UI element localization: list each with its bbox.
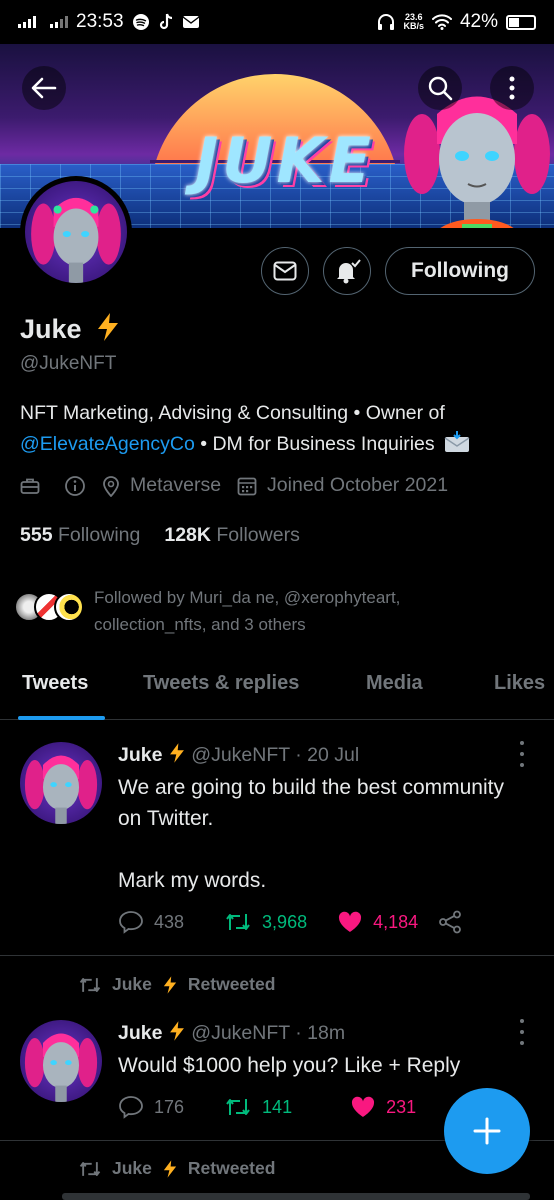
overflow-menu-button[interactable] — [490, 66, 534, 110]
profile-tabs: Tweets Tweets & replies Media Likes — [0, 664, 554, 720]
follower-avatars — [14, 584, 90, 628]
arrow-left-icon — [31, 77, 57, 99]
reply-icon — [119, 1096, 143, 1119]
search-button[interactable] — [418, 66, 462, 110]
heart-icon — [339, 911, 362, 932]
tweet-avatar[interactable] — [20, 1020, 102, 1102]
profile-avatar[interactable] — [20, 176, 132, 288]
profile-joined: Joined October 2021 — [267, 474, 449, 496]
signal-icon — [18, 16, 36, 28]
retweet-icon — [79, 977, 101, 992]
follower-avatar — [54, 592, 84, 622]
spotify-icon — [132, 14, 149, 30]
tab-media[interactable]: Media — [366, 672, 423, 695]
mail-icon — [273, 261, 297, 281]
info-icon[interactable] — [64, 475, 86, 497]
tweet-more-button[interactable] — [514, 741, 530, 767]
share-icon — [439, 910, 462, 934]
bio-mention-link[interactable]: @ElevateAgencyCo — [20, 433, 195, 455]
like-button[interactable]: 231 — [350, 1095, 416, 1119]
tweet-text: Would $1000 help you? Like + Reply — [118, 1054, 461, 1077]
envelope-emoji-icon — [444, 431, 470, 452]
bell-check-icon — [337, 259, 361, 284]
battery-percent: 42% — [459, 11, 498, 32]
following-stat[interactable]: 555 Following — [20, 524, 140, 547]
back-button[interactable] — [22, 66, 66, 110]
system-nav-bar — [62, 1193, 530, 1200]
profile-meta: Metaverse Joined October 2021 — [20, 474, 448, 497]
tab-likes[interactable]: Likes — [494, 672, 545, 695]
tweet-avatar[interactable] — [20, 742, 102, 824]
lightning-emoji-icon — [163, 1159, 177, 1178]
status-time: 23:53 — [76, 11, 124, 32]
lightning-emoji-icon — [169, 743, 184, 763]
profile-handle: @JukeNFT — [20, 353, 117, 374]
followed-by-section[interactable]: Followed by Muri_da ne, @xerophyteart, c… — [14, 584, 474, 638]
message-button[interactable] — [261, 247, 309, 295]
followers-stat[interactable]: 128K Followers — [164, 524, 299, 547]
notifications-button[interactable] — [323, 247, 371, 295]
tweet-actions: 176 141 231 — [118, 1095, 416, 1119]
location-pin-icon — [103, 475, 119, 497]
profile-stats: 555 Following 128K Followers — [20, 524, 300, 547]
banner-title: JUKE — [195, 124, 375, 197]
avatar-image — [24, 1033, 98, 1102]
retweet-icon — [79, 1161, 101, 1176]
retweet-icon — [226, 1099, 250, 1115]
share-button[interactable] — [438, 910, 462, 934]
like-button[interactable]: 4,184 — [337, 910, 418, 934]
wifi-icon — [431, 14, 452, 30]
retweeted-indicator: Juke Retweeted — [78, 1158, 275, 1179]
search-icon — [428, 76, 453, 101]
tab-tweets-replies[interactable]: Tweets & replies — [143, 672, 299, 695]
reply-button[interactable]: 438 — [118, 910, 184, 934]
followed-by-text: Followed by Muri_da ne, @xerophyteart, c… — [94, 588, 401, 634]
retweet-button[interactable]: 3,968 — [224, 911, 307, 933]
tweet-header: Juke @JukeNFT · 18m — [118, 1021, 346, 1044]
reply-button[interactable]: 176 — [118, 1095, 184, 1119]
heart-icon — [352, 1096, 375, 1117]
profile-location: Metaverse — [130, 474, 222, 496]
briefcase-icon — [20, 478, 40, 494]
net-speed: 23.6 KB/s — [403, 12, 424, 31]
lightning-emoji-icon — [169, 1021, 184, 1041]
tab-tweets[interactable]: Tweets — [22, 672, 88, 695]
retweeted-indicator: Juke Retweeted — [78, 974, 275, 995]
retweet-icon — [226, 914, 250, 930]
lightning-emoji-icon — [163, 975, 177, 994]
banner-character-image — [404, 96, 550, 228]
tweet-header: Juke @JukeNFT · 20 Jul — [118, 743, 360, 766]
following-button[interactable]: Following — [385, 247, 535, 295]
calendar-icon — [237, 477, 257, 495]
more-vertical-icon — [509, 76, 515, 100]
tiktok-icon — [159, 13, 172, 30]
active-tab-indicator — [18, 716, 105, 720]
battery-icon — [506, 14, 536, 30]
headphones-icon — [378, 14, 395, 30]
tweet-divider — [0, 955, 554, 956]
profile-name: Juke — [20, 312, 121, 345]
retweet-button[interactable]: 141 — [224, 1096, 292, 1118]
tweet-actions: 438 3,968 4,184 — [118, 910, 462, 934]
plus-icon — [473, 1117, 501, 1145]
avatar-image — [31, 197, 121, 283]
status-bar: 23:53 23.6 KB/s 42% — [0, 0, 554, 44]
compose-tweet-button[interactable] — [444, 1088, 530, 1174]
reply-icon — [119, 911, 143, 934]
avatar-image — [24, 755, 98, 824]
signal-icon-2 — [50, 16, 68, 28]
tweet-more-button[interactable] — [514, 1019, 530, 1045]
mail-notification-icon — [182, 16, 199, 28]
profile-bio: NFT Marketing, Advising & Consulting • O… — [20, 398, 540, 460]
tweet-text: We are going to build the best community… — [118, 776, 504, 892]
lightning-emoji-icon — [98, 313, 119, 341]
